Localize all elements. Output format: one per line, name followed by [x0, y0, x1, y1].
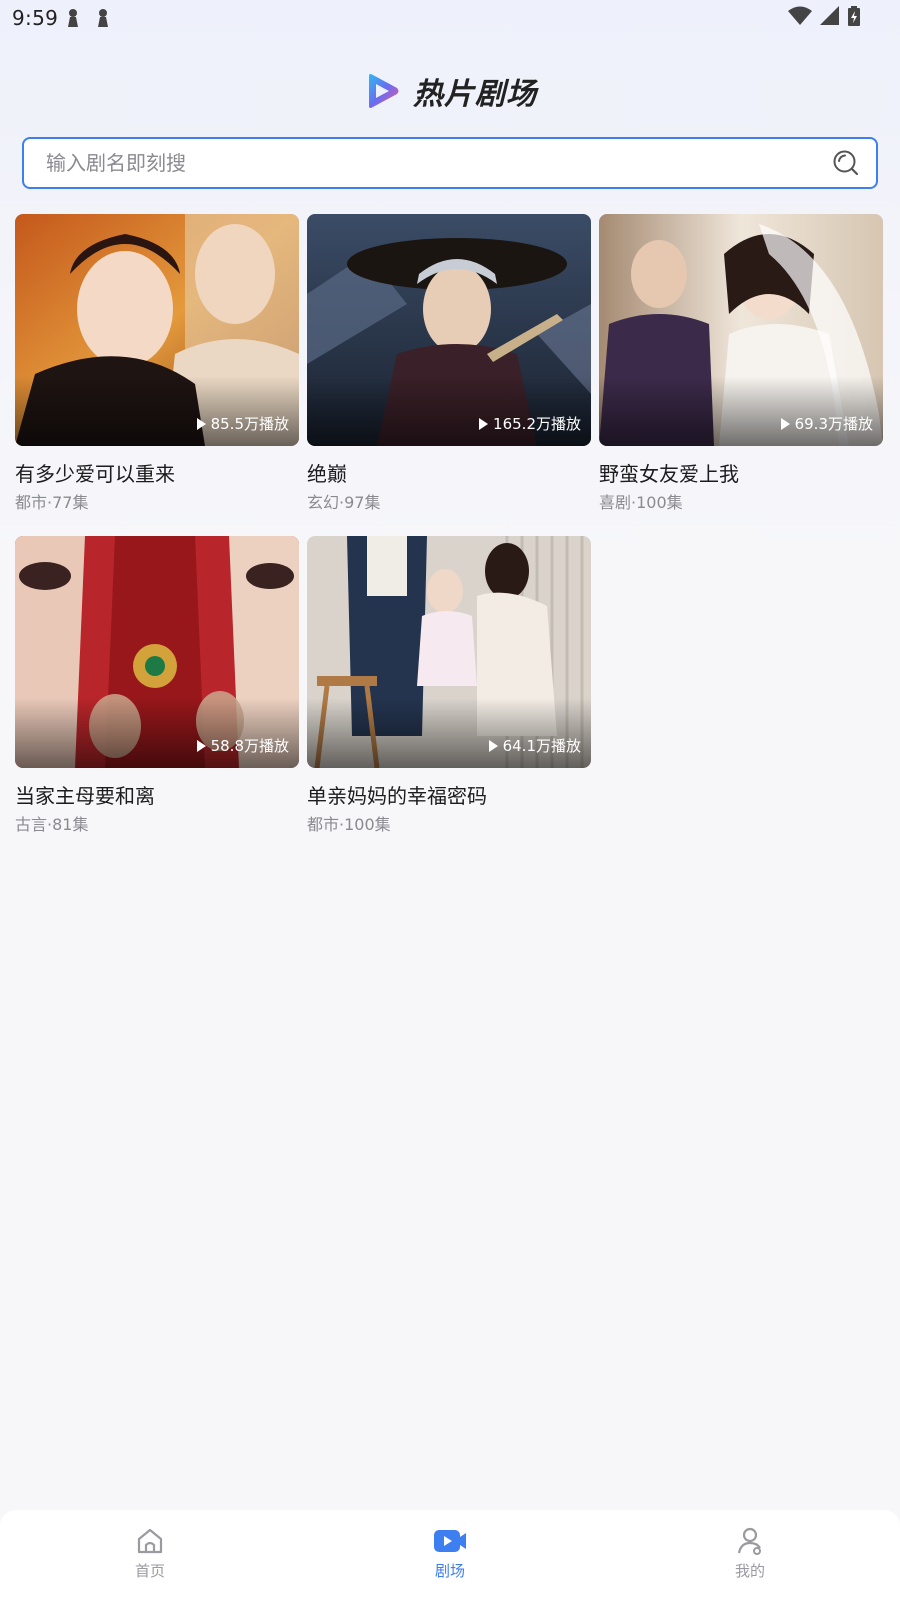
nav-item-profile[interactable]: 我的 [600, 1510, 900, 1600]
poster-shade [307, 376, 591, 446]
drama-poster[interactable]: 165.2万播放 [307, 214, 591, 446]
drama-card[interactable]: 165.2万播放 绝巅 玄幻·97集 [307, 214, 591, 514]
drama-meta: 古言·81集 [15, 815, 89, 834]
play-icon [196, 739, 206, 752]
status-right-icons [788, 6, 860, 26]
drama-meta: 玄幻·97集 [307, 493, 381, 512]
play-count-text: 85.5万播放 [210, 415, 289, 433]
play-logo-icon [369, 74, 399, 108]
play-count: 64.1万播放 [488, 735, 581, 756]
nav-label: 剧场 [434, 1562, 465, 1580]
nav-item-theater[interactable]: 剧场 [300, 1510, 600, 1600]
search-input[interactable] [24, 138, 816, 188]
play-icon [196, 417, 206, 430]
play-count-text: 64.1万播放 [502, 737, 581, 755]
bottom-nav: 首页 剧场 我的 [0, 1510, 900, 1600]
poster-shade [307, 698, 591, 768]
drama-title[interactable]: 当家主母要和离 [15, 782, 299, 810]
drama-title[interactable]: 有多少爱可以重来 [15, 460, 299, 488]
signal-icon [820, 6, 839, 25]
drama-poster[interactable]: 69.3万播放 [599, 214, 883, 446]
app-header: 热片剧场 [0, 68, 900, 114]
video-icon [434, 1530, 466, 1552]
drama-title[interactable]: 单亲妈妈的幸福密码 [307, 782, 591, 810]
play-icon [488, 739, 498, 752]
play-icon [479, 417, 489, 430]
drama-card[interactable]: 64.1万播放 单亲妈妈的幸福密码 都市·100集 [307, 536, 591, 836]
status-left-icons [66, 8, 110, 28]
play-count-text: 58.8万播放 [210, 737, 289, 755]
screen: 9:59 热片剧场 输入剧名即刻搜 85.5万播放 有多少爱可以重来 都市·77… [0, 0, 900, 1600]
drama-title[interactable]: 绝巅 [307, 460, 591, 488]
drama-meta: 都市·100集 [307, 815, 391, 834]
play-count: 69.3万播放 [780, 413, 873, 434]
notification-icon [98, 9, 108, 27]
drama-title[interactable]: 野蛮女友爱上我 [599, 460, 883, 488]
play-count: 85.5万播放 [196, 413, 289, 434]
notification-icon [68, 9, 78, 27]
play-count-text: 165.2万播放 [493, 415, 581, 433]
wifi-icon [788, 6, 812, 25]
poster-shade [15, 376, 299, 446]
drama-meta: 都市·77集 [15, 493, 89, 512]
home-icon [137, 1528, 163, 1554]
drama-card[interactable]: 85.5万播放 有多少爱可以重来 都市·77集 [15, 214, 299, 514]
nav-label: 我的 [734, 1562, 765, 1580]
play-count-text: 69.3万播放 [794, 415, 873, 433]
status-time: 9:59 [12, 6, 59, 30]
play-count: 58.8万播放 [196, 735, 289, 756]
profile-icon [737, 1527, 761, 1555]
poster-shade [15, 698, 299, 768]
drama-meta: 喜剧·100集 [599, 493, 683, 512]
drama-card[interactable]: 58.8万播放 当家主母要和离 古言·81集 [15, 536, 299, 836]
search-button[interactable] [816, 139, 876, 187]
poster-shade [599, 376, 883, 446]
nav-label: 首页 [134, 1562, 165, 1580]
drama-card[interactable]: 69.3万播放 野蛮女友爱上我 喜剧·100集 [599, 214, 883, 514]
play-icon [780, 417, 790, 430]
drama-poster[interactable]: 58.8万播放 [15, 536, 299, 768]
status-bar: 9:59 [0, 0, 900, 40]
drama-poster[interactable]: 85.5万播放 [15, 214, 299, 446]
search-box[interactable] [22, 137, 878, 189]
app-title: 热片剧场 [413, 77, 537, 112]
drama-grid: 85.5万播放 有多少爱可以重来 都市·77集 165.2万播放 绝巅 玄幻·9… [15, 214, 885, 836]
battery-icon [848, 6, 860, 26]
drama-poster[interactable]: 64.1万播放 [307, 536, 591, 768]
search-icon [833, 150, 859, 176]
play-count: 165.2万播放 [479, 413, 581, 434]
nav-item-home[interactable]: 首页 [0, 1510, 300, 1600]
